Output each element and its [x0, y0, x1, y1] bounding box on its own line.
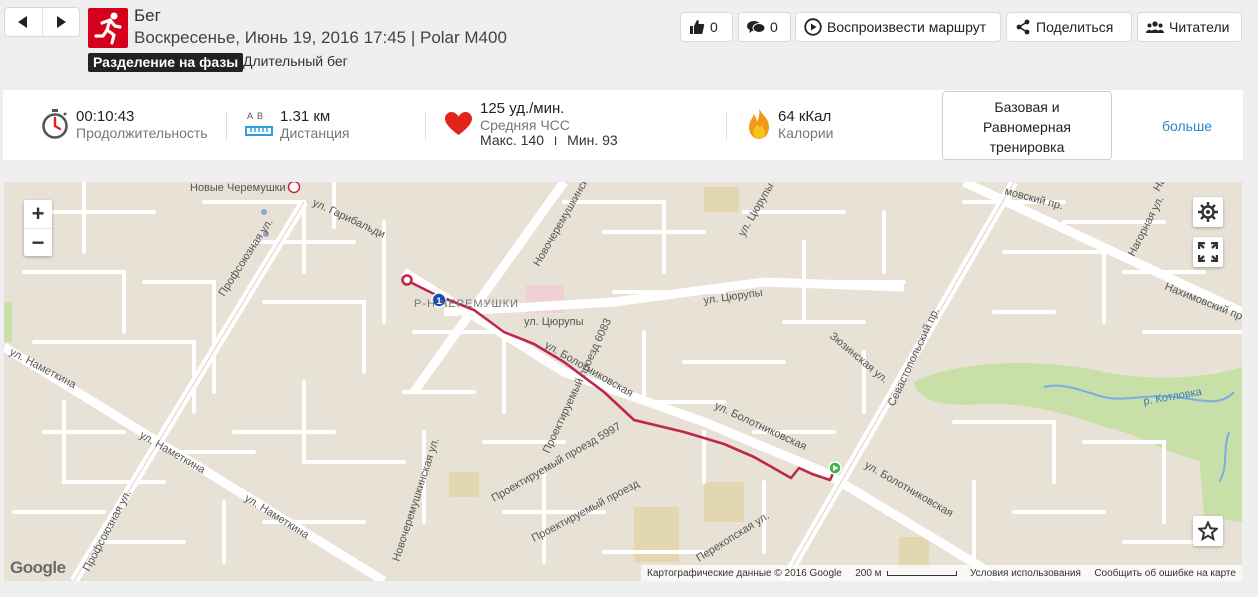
divider [226, 112, 227, 140]
lap-marker: 1 [436, 296, 441, 306]
share-label: Поделиться [1036, 19, 1114, 35]
readers-label: Читатели [1169, 19, 1230, 35]
heart-icon [445, 112, 472, 135]
gear-icon [1198, 202, 1218, 222]
favorite-button[interactable] [1193, 516, 1223, 546]
district-label: Р-Н ЧЕРЕМУШКИ [414, 298, 519, 310]
expand-icon [1198, 242, 1218, 262]
route-map[interactable]: Новые Черемушки ул. Гарибальди Профсоюзн… [4, 182, 1242, 581]
ruler-icon [245, 126, 273, 136]
comment-button[interactable]: 0 [738, 12, 791, 42]
duration-label: Продолжительность [76, 125, 208, 141]
map-canvas: Новые Черемушки ул. Гарибальди Профсоюзн… [4, 182, 1242, 581]
distance-label: Дистанция [280, 125, 350, 141]
divider [425, 112, 426, 140]
zoom-in-button[interactable]: + [24, 200, 52, 228]
hr-min: Мин. 93 [567, 132, 618, 148]
hr-max: Макс. 140 [480, 132, 545, 148]
stopwatch-icon [42, 109, 68, 139]
sport-title: Бег [134, 6, 161, 25]
metro-label: Новые Черемушки [190, 182, 286, 194]
hr-value: 125 уд./мин. [480, 100, 565, 117]
report-error-link[interactable]: Сообщить об ошибке на карте [1094, 568, 1236, 579]
running-sport-icon [88, 8, 128, 48]
workout-header: Бег Воскресенье, Июнь 19, 2016 17:45 | P… [0, 0, 1258, 90]
zoom-out-button[interactable]: − [24, 228, 52, 256]
scale-bar [886, 570, 957, 576]
duration-stat: 00:10:43 Продолжительность [41, 90, 241, 160]
training-benefit-button[interactable]: Базовая и Равномерная тренировка [942, 91, 1112, 160]
play-circle-icon [804, 18, 822, 36]
street-label: ул. Цюрупы [524, 316, 584, 328]
readers-button[interactable]: Читатели [1137, 12, 1242, 42]
phase-badge[interactable]: Разделение на фазы [88, 53, 244, 72]
triangle-left-icon [18, 16, 28, 28]
people-icon [1146, 21, 1164, 33]
terms-link[interactable]: Условия использования [970, 568, 1081, 579]
play-route-button[interactable]: Воспроизвести маршрут [795, 12, 1001, 42]
datetime-device: Воскресенье, Июнь 19, 2016 17:45 | Polar… [134, 28, 507, 47]
distance-stat: A B 1.31 км Дистанция [245, 90, 425, 160]
previous-button[interactable] [5, 8, 42, 36]
benefit-line3: тренировка [989, 139, 1065, 155]
scale-label: 200 м [855, 567, 882, 579]
like-button[interactable]: 0 [680, 12, 733, 42]
hr-separator: I [553, 134, 558, 148]
next-button[interactable] [41, 8, 80, 36]
map-scale: 200 м [855, 567, 957, 579]
heart-rate-stat: 125 уд./мин. Средняя ЧСС Макс. 140 I Мин… [445, 90, 695, 160]
calories-value: 64 кКал [778, 108, 832, 125]
star-icon [1198, 521, 1218, 541]
prev-next-nav [4, 7, 80, 37]
chat-bubbles-icon [747, 21, 765, 33]
training-summary: 00:10:43 Продолжительность A B 1.31 км Д… [3, 90, 1243, 160]
hr-max-min: Макс. 140 I Мин. 93 [480, 132, 618, 148]
calories-stat: 64 кКал Калории [748, 90, 928, 160]
calories-label: Калории [778, 125, 834, 141]
more-link[interactable]: больше [1162, 118, 1212, 134]
play-route-label: Воспроизвести маршрут [827, 19, 987, 35]
map-attribution: Картографические данные © 2016 Google [647, 567, 842, 579]
google-logo: Google [10, 558, 66, 577]
distance-value: 1.31 км [280, 108, 331, 125]
divider [726, 112, 727, 140]
zoom-control: + − [24, 200, 52, 256]
comment-count: 0 [770, 19, 778, 35]
fullscreen-button[interactable] [1193, 237, 1223, 267]
like-count: 0 [710, 19, 718, 35]
duration-value: 00:10:43 [76, 108, 135, 125]
map-footer: Картографические данные © 2016 Google 20… [641, 565, 1242, 581]
share-button[interactable]: Поделиться [1006, 12, 1132, 42]
benefit-line1: Базовая и [994, 99, 1060, 115]
training-target: Длительный бег [243, 53, 348, 69]
locate-button[interactable] [1193, 197, 1223, 227]
benefit-line2: Равномерная [983, 119, 1071, 135]
share-icon [1016, 19, 1030, 35]
flame-icon [749, 108, 769, 139]
thumbs-up-icon [690, 20, 705, 34]
distance-ab-label: A B [247, 111, 265, 121]
hr-label: Средняя ЧСС [480, 117, 570, 133]
triangle-right-icon [56, 16, 66, 28]
